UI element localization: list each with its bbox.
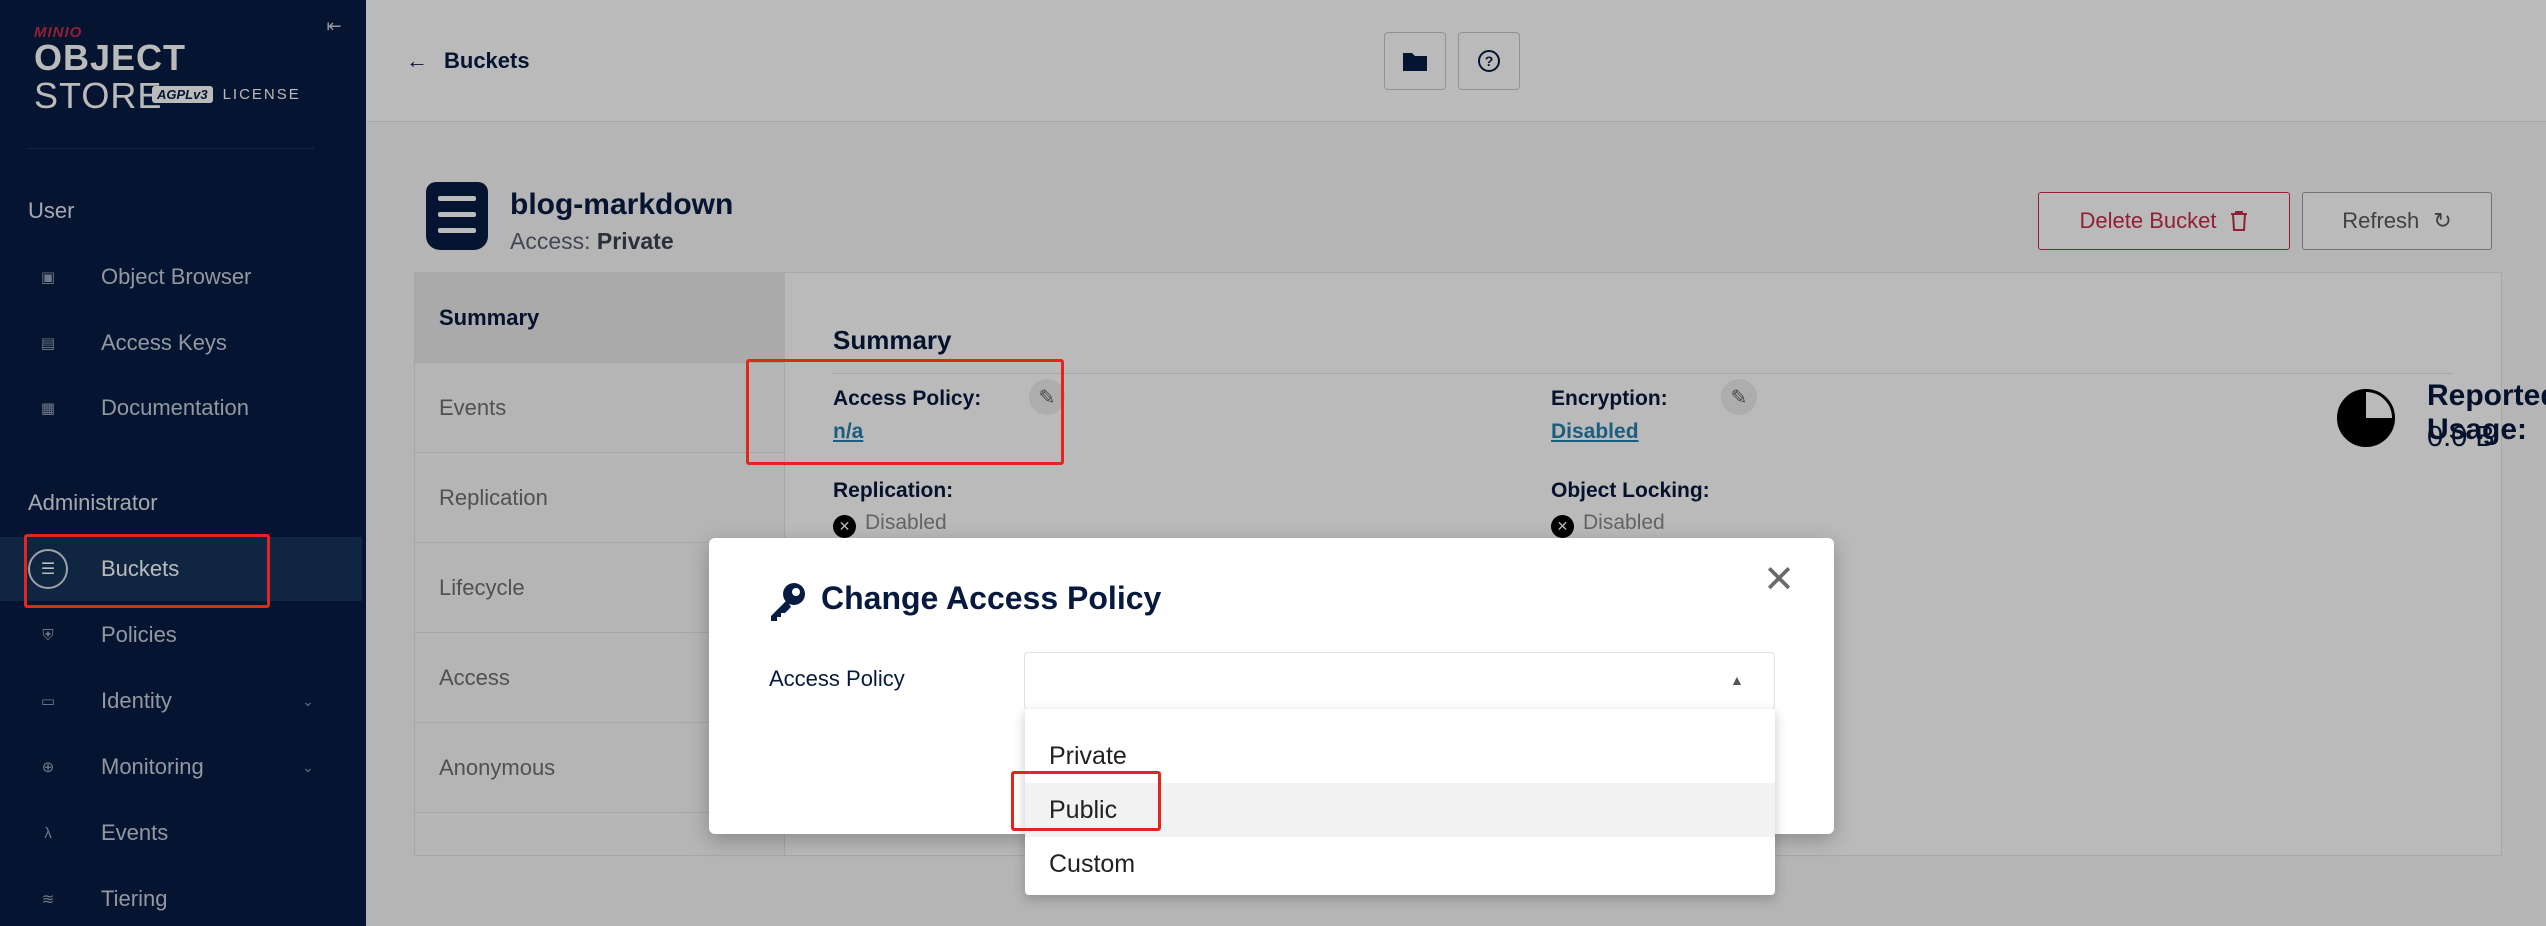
option-custom[interactable]: Custom <box>1025 837 1775 891</box>
access-policy-field-label: Access Policy <box>769 666 905 691</box>
dialog-title: Change Access Policy <box>821 580 1162 616</box>
key-icon <box>771 583 805 621</box>
highlight-public-option <box>1011 771 1161 831</box>
highlight-access-policy <box>746 359 1064 465</box>
close-icon[interactable]: ✕ <box>1761 561 1797 599</box>
access-policy-select[interactable] <box>1024 652 1775 710</box>
highlight-buckets <box>24 534 270 608</box>
caret-up-icon[interactable]: ▲ <box>1730 672 1744 688</box>
